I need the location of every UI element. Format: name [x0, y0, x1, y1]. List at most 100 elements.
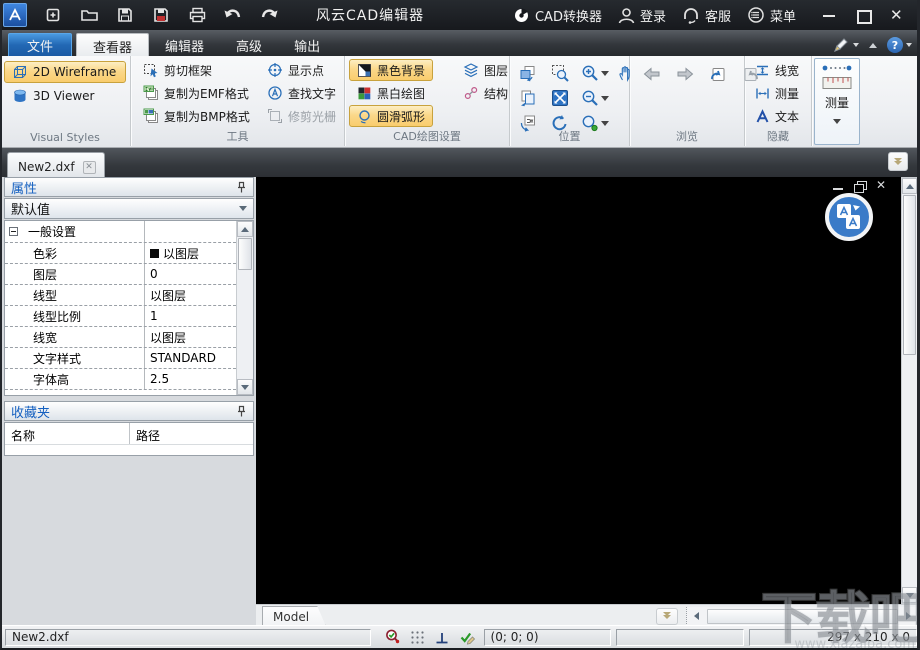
cad-converter-button[interactable]: CAD转换器 [509, 6, 606, 25]
mdi-restore-icon[interactable] [854, 180, 867, 193]
draw-check-icon[interactable] [459, 630, 476, 645]
save-icon[interactable] [115, 5, 135, 25]
group-visual-styles: 2D Wireframe 3D Viewer Visual Styles [2, 56, 131, 146]
measure-panel-caret[interactable] [833, 119, 841, 124]
user-icon [618, 7, 635, 23]
open-folder-icon[interactable] [79, 5, 99, 25]
zoom-out-icon[interactable] [576, 86, 614, 110]
copy-view-icon[interactable] [516, 86, 540, 110]
previous-view-icon[interactable] [706, 62, 730, 86]
button-trim-raster[interactable]: 修剪光栅 [259, 105, 344, 127]
properties-scrollbar[interactable] [236, 221, 253, 395]
property-row-linetype[interactable]: 线型 以图层 [5, 285, 236, 306]
browse-back-icon[interactable] [640, 62, 664, 86]
button-cut-frame[interactable]: 剪切框架 [135, 59, 220, 81]
sheet-list-button[interactable] [656, 607, 679, 625]
button-bw-drawing[interactable]: 黑白绘图 [349, 82, 433, 104]
close-button[interactable] [890, 6, 904, 24]
canvas-horizontal-scrollbar[interactable] [686, 606, 917, 626]
canvas-scroll-right-button[interactable] [900, 608, 917, 625]
canvas-scroll-down-button[interactable] [902, 587, 917, 603]
pin-icon[interactable] [236, 181, 247, 194]
properties-preset-combo[interactable]: 默认值 [4, 198, 254, 219]
browse-forward-icon[interactable] [673, 62, 697, 86]
scroll-up-button[interactable] [237, 221, 253, 237]
favorites-col-path[interactable]: 路径 [130, 423, 253, 444]
menu-button[interactable]: 菜单 [743, 6, 800, 25]
button-text-hide[interactable]: 文本 [747, 105, 807, 127]
mdi-close-icon[interactable] [876, 178, 889, 192]
ruler-icon [822, 77, 852, 89]
button-3d-viewer[interactable]: 3D Viewer [4, 85, 126, 107]
button-measure-hide[interactable]: 测量 [747, 82, 807, 104]
scroll-down-button[interactable] [237, 379, 253, 395]
rotate-view-icon[interactable] [516, 61, 540, 85]
trim-raster-icon [268, 109, 282, 123]
group-tools: 剪切框架 复制为EMF格式 复制为BMP格式 显示点 查找文字 修剪光栅 工具 [131, 56, 345, 146]
button-layers[interactable]: 图层 [455, 59, 516, 81]
structure-icon [464, 86, 478, 100]
undo-icon[interactable] [223, 5, 243, 25]
group-label-cad-settings: CAD绘图设置 [393, 130, 461, 143]
canvas-vertical-scrollbar[interactable] [901, 177, 917, 604]
zoom-in-icon[interactable] [576, 61, 614, 85]
tab-advanced[interactable]: 高级 [220, 33, 278, 56]
document-tab[interactable]: New2.dxf [7, 152, 105, 177]
ortho-mode-icon[interactable] [434, 630, 450, 645]
help-icon[interactable] [887, 37, 912, 53]
tab-output[interactable]: 输出 [278, 33, 336, 56]
model-sheet-tab[interactable]: Model [262, 606, 326, 627]
button-find-text[interactable]: 查找文字 [259, 82, 344, 104]
dotted-line-icon [822, 65, 852, 71]
canvas-hscroll-thumb[interactable] [707, 608, 898, 624]
button-copy-bmp[interactable]: 复制为BMP格式 [135, 105, 258, 127]
pin-icon[interactable] [236, 405, 247, 418]
customize-pencil-icon[interactable] [833, 37, 859, 53]
property-row-linetype-scale[interactable]: 线型比例 1 [5, 306, 236, 327]
collapse-ribbon-icon[interactable] [869, 42, 877, 48]
tab-list-chevron-button[interactable] [888, 152, 908, 171]
titlebar-right: CAD转换器 登录 客服 菜单 [509, 6, 917, 25]
favorites-col-name[interactable]: 名称 [5, 423, 130, 444]
button-line-width[interactable]: 线宽 [747, 59, 807, 81]
property-row-layer[interactable]: 图层 0 [5, 264, 236, 285]
minimize-button[interactable] [822, 8, 836, 22]
canvas-vscroll-thumb[interactable] [903, 195, 916, 355]
black-background-icon [358, 63, 371, 77]
redo-icon[interactable] [259, 5, 279, 25]
property-row-text-style[interactable]: 文字样式 STANDARD [5, 348, 236, 369]
new-file-icon[interactable] [43, 5, 63, 25]
mdi-minimize-icon[interactable] [832, 180, 845, 192]
grid-snap-icon[interactable] [410, 630, 425, 645]
canvas-scroll-up-button[interactable] [902, 178, 917, 194]
canvas-scroll-left-button[interactable] [688, 608, 705, 625]
drawing-canvas[interactable] [256, 177, 901, 604]
tab-file[interactable]: 文件 [8, 33, 73, 56]
save-as-pdf-icon[interactable] [151, 5, 171, 25]
zoom-fit-icon[interactable] [548, 86, 572, 110]
zoom-window-icon[interactable] [548, 61, 572, 85]
button-2d-wireframe[interactable]: 2D Wireframe [4, 61, 126, 83]
button-structure[interactable]: 结构 [455, 82, 516, 104]
property-row-lineweight[interactable]: 线宽 以图层 [5, 327, 236, 348]
properties-group-row[interactable]: 一般设置 [5, 221, 236, 243]
maximize-button[interactable] [856, 8, 872, 24]
converter-icon [514, 8, 528, 22]
login-button[interactable]: 登录 [614, 6, 670, 25]
measure-panel-button[interactable]: 测量 [814, 58, 860, 145]
support-button[interactable]: 客服 [678, 6, 735, 25]
print-icon[interactable] [187, 5, 207, 25]
scrollbar-thumb[interactable] [238, 238, 252, 270]
converter-float-button[interactable] [825, 193, 873, 241]
property-row-color[interactable]: 色彩 以图层 [5, 243, 236, 264]
property-row-font-height[interactable]: 字体高 2.5 [5, 369, 236, 390]
document-tab-close-icon[interactable] [82, 160, 96, 174]
collapse-expander-icon[interactable] [9, 227, 18, 236]
button-show-points[interactable]: 显示点 [259, 59, 332, 81]
button-copy-emf[interactable]: 复制为EMF格式 [135, 82, 257, 104]
button-smooth-arc[interactable]: 圆滑弧形 [349, 105, 434, 127]
tab-editor[interactable]: 编辑器 [149, 33, 220, 56]
button-black-background[interactable]: 黑色背景 [349, 59, 434, 81]
object-snap-icon[interactable] [385, 629, 401, 645]
tab-viewer[interactable]: 查看器 [76, 33, 150, 56]
